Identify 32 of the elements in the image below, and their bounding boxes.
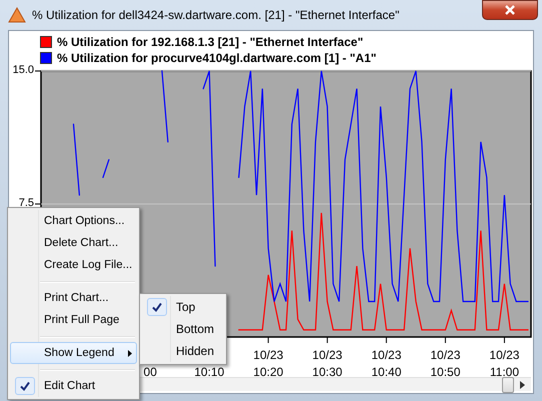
right-arrow-icon[interactable]: [520, 380, 525, 388]
x-tick-label: 10:20: [253, 365, 284, 377]
y-tick-label: 15.0: [12, 65, 34, 76]
x-tick-label: 10/23: [489, 348, 520, 362]
x-tick-label: 10/23: [312, 348, 342, 362]
menu-item[interactable]: Show Legend: [10, 342, 137, 364]
x-tick-label: 00: [144, 365, 157, 377]
menu-item[interactable]: Print Chart...: [10, 287, 137, 309]
x-tick-label: 10:10: [194, 365, 224, 377]
menu-item[interactable]: Bottom: [142, 318, 224, 340]
legend-label: % Utilization for 192.168.1.3 [21] - "Ethernet Interface": [57, 35, 364, 49]
y-tick-label: 7.5: [18, 197, 34, 209]
x-tick-label: 10/23: [253, 348, 284, 362]
menu-item[interactable]: Create Log File...: [10, 254, 137, 276]
menu-item[interactable]: Print Full Page: [10, 309, 137, 331]
menu-item[interactable]: Hidden: [142, 340, 224, 362]
close-icon: [504, 5, 516, 15]
menu-item[interactable]: Edit Chart: [10, 375, 137, 397]
warning-icon: [8, 7, 26, 23]
legend-label: % Utilization for procurve4104gl.dartware.com [1] - "A1": [57, 51, 376, 65]
x-tick-label: 10:30: [312, 365, 342, 377]
close-button[interactable]: [482, 0, 538, 20]
menu-item[interactable]: Top: [142, 296, 224, 318]
x-tick-label: 11:00: [490, 365, 519, 377]
x-tick-label: 10/23: [430, 348, 460, 362]
x-tick-label: 10:40: [371, 365, 402, 377]
x-tick-label: 10/23: [371, 348, 402, 362]
scroll-thumb[interactable]: [502, 376, 514, 392]
menu-item[interactable]: Chart Options...: [10, 210, 137, 232]
x-tick-label: 10:50: [430, 365, 460, 377]
window-title: % Utilization for dell3424-sw.dartware.com. [21] - "Ethernet Interface": [32, 8, 400, 22]
menu-item[interactable]: Delete Chart...: [10, 232, 137, 254]
